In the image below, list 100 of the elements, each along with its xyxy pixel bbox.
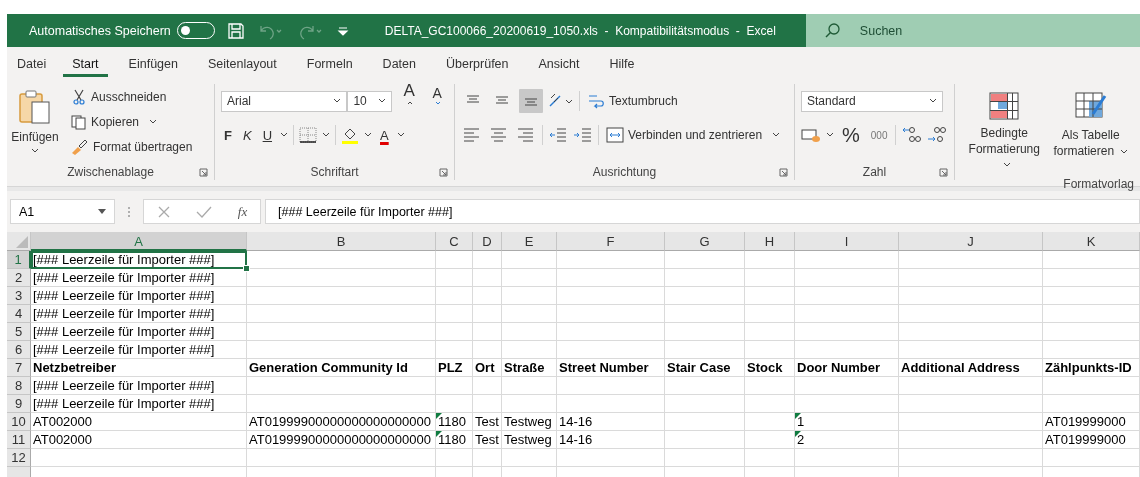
merge-center-button[interactable]: Verbinden und zentrieren (604, 124, 783, 146)
row-header[interactable]: 6 (7, 341, 31, 359)
group-label: Formatvorlag (1063, 176, 1134, 191)
percent-button[interactable]: % (839, 123, 863, 147)
table-cell: [### Leerzeile für Importer ###] (31, 269, 247, 287)
row-header[interactable]: 5 (7, 323, 31, 341)
dialog-launcher-icon[interactable] (199, 168, 208, 177)
number-format-dropdown[interactable]: Standard (801, 90, 943, 112)
ribbon-tab[interactable]: Formeln (297, 50, 362, 77)
dialog-launcher-icon[interactable] (779, 168, 788, 177)
caret-icon (772, 132, 781, 138)
copy-button[interactable]: Kopieren (69, 111, 195, 133)
row-header[interactable]: 11 (7, 431, 31, 449)
format-as-table-button[interactable]: Als Tabelle formatieren (1047, 84, 1134, 177)
ribbon-tab[interactable]: Einfügen (119, 50, 187, 77)
borders-icon[interactable] (299, 127, 317, 143)
table-cell: AT019999000 (1043, 413, 1140, 431)
empty-cell (473, 377, 502, 395)
ribbon-tab[interactable]: Seitenlayout (198, 50, 286, 77)
column-header[interactable]: C (436, 232, 473, 251)
empty-cell (502, 305, 557, 323)
ribbon-tab[interactable]: Ansicht (529, 50, 589, 77)
search-field[interactable]: Suchen (805, 14, 1140, 47)
empty-cell (502, 287, 557, 305)
row-header[interactable]: 4 (7, 305, 31, 323)
row-header[interactable]: 8 (7, 377, 31, 395)
row-header[interactable]: 2 (7, 269, 31, 287)
column-header[interactable]: A (31, 232, 247, 251)
currency-format-icon[interactable] (801, 127, 821, 143)
row-header[interactable]: 7 (7, 359, 31, 377)
thousands-separator-button[interactable]: 000 (867, 129, 891, 141)
row-header[interactable]: 3 (7, 287, 31, 305)
decrease-decimal-icon[interactable] (926, 126, 947, 144)
column-header[interactable]: J (899, 232, 1043, 251)
column-header[interactable]: E (502, 232, 557, 251)
ribbon-tab[interactable]: Datei (8, 50, 56, 77)
table-cell: AT002000 (31, 413, 247, 431)
column-heading-cell: Stair Case (665, 359, 745, 377)
column-heading-cell: Generation Community Id (247, 359, 436, 377)
fill-color-icon[interactable] (341, 126, 359, 144)
cancel-icon[interactable] (156, 204, 171, 219)
column-header[interactable]: K (1043, 232, 1140, 251)
paste-button[interactable]: Einfügen (7, 84, 63, 164)
column-header[interactable]: F (557, 232, 665, 251)
table-cell: AT019999000 (1043, 431, 1140, 449)
check-icon[interactable] (196, 204, 213, 219)
table-cell: [### Leerzeile für Importer ###] (31, 287, 247, 305)
ribbon-tab[interactable]: Hilfe (600, 50, 644, 77)
column-header[interactable]: B (247, 232, 436, 251)
italic-button[interactable]: K (239, 127, 255, 143)
column-header[interactable]: H (745, 232, 795, 251)
dialog-launcher-icon[interactable] (439, 168, 448, 177)
caret-icon (149, 119, 158, 125)
conditional-formatting-button[interactable]: Bedingte Formatierung (961, 84, 1048, 177)
empty-cell (502, 323, 557, 341)
column-heading-cell: Door Number (795, 359, 899, 377)
wrap-text-button[interactable]: Textumbruch (585, 90, 680, 112)
group-label: Ausrichtung (592, 165, 657, 179)
vertical-align-icon[interactable] (519, 89, 543, 113)
formula-field[interactable]: [### Leerzeile für Importer ###] (265, 199, 1140, 224)
row-header[interactable]: 10 (7, 413, 31, 431)
ribbon-tab[interactable]: Start (63, 50, 108, 77)
empty-cell (473, 341, 502, 359)
shrink-font-button[interactable]: A (426, 85, 448, 117)
group-label: Zwischenablage (67, 165, 154, 179)
caret-icon (322, 132, 330, 138)
table-cell: Test (473, 413, 502, 431)
cut-button[interactable]: Ausschneiden (69, 86, 195, 108)
insert-function-button[interactable]: fx (237, 203, 248, 220)
increase-indent-icon[interactable] (573, 126, 593, 144)
increase-decimal-icon[interactable] (901, 126, 922, 144)
dialog-launcher-icon[interactable] (939, 168, 948, 177)
format-painter-button[interactable]: Format übertragen (69, 136, 195, 158)
table-cell: [### Leerzeile für Importer ###] (31, 377, 247, 395)
empty-cell (502, 269, 557, 287)
column-header[interactable]: I (795, 232, 899, 251)
scissors-icon (71, 89, 87, 105)
fill-handle[interactable] (243, 265, 250, 272)
font-color-button[interactable]: A (377, 127, 392, 143)
row-header[interactable]: 12 (7, 449, 31, 467)
grow-font-button[interactable]: A (397, 81, 422, 121)
row-header[interactable]: 1 (7, 251, 31, 269)
decrease-indent-icon[interactable] (548, 126, 568, 144)
select-all-icon[interactable] (16, 236, 28, 248)
bold-button[interactable]: F (221, 127, 235, 143)
empty-cell (745, 431, 795, 449)
ribbon-tab[interactable]: Überprüfen (436, 50, 518, 77)
empty-cell (745, 251, 795, 269)
column-header[interactable]: G (665, 232, 745, 251)
table-cell: AT002000 (31, 431, 247, 449)
empty-cell (745, 269, 795, 287)
save-icon[interactable] (226, 21, 245, 40)
ribbon-tab[interactable]: Daten (373, 50, 425, 77)
row-header[interactable]: 9 (7, 395, 31, 413)
name-box[interactable]: A1 (10, 199, 115, 224)
column-header[interactable]: D (473, 232, 502, 251)
underline-button[interactable]: U (259, 127, 275, 143)
font-name-dropdown[interactable]: Arial (221, 90, 348, 112)
font-size-dropdown[interactable]: 10 (347, 90, 393, 112)
dropdown-arrow-icon (98, 208, 106, 215)
